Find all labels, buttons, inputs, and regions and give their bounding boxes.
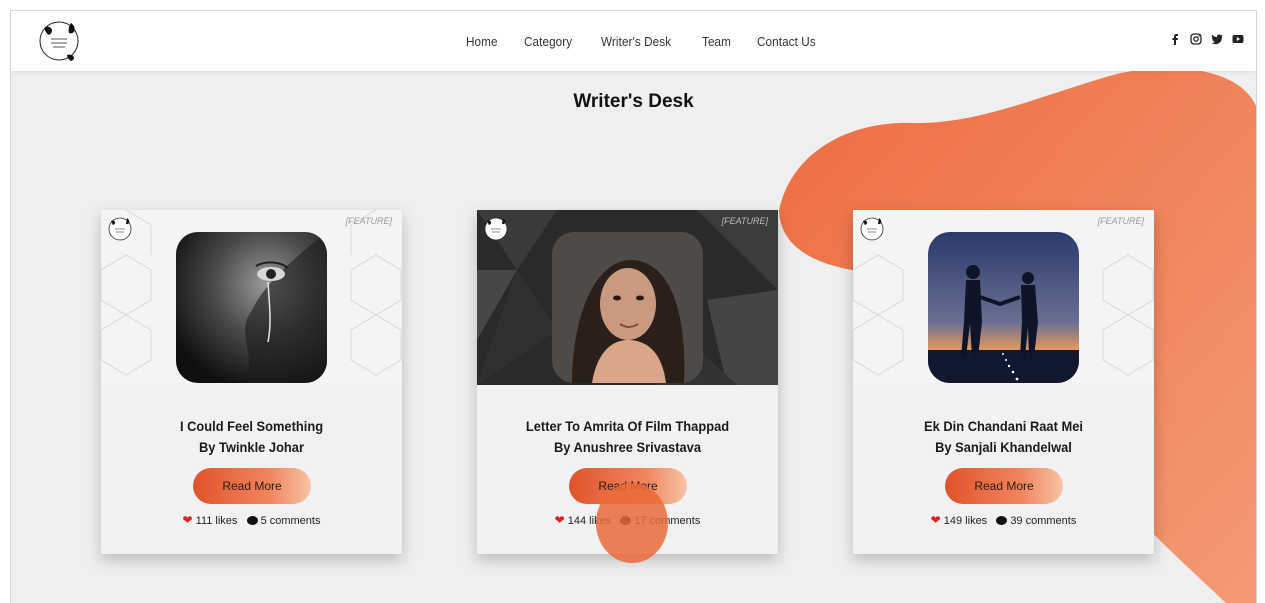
comments-count: 5 comments [260, 515, 321, 527]
decorative-orange-circle [596, 483, 668, 563]
comment-icon[interactable] [996, 516, 1008, 525]
article-image[interactable] [176, 232, 327, 383]
instagram-icon[interactable] [1190, 32, 1202, 45]
article-title[interactable]: Ek Din Chandani Raat Mei By Sanjali Khan… [853, 416, 1154, 458]
article-title-line: Ek Din Chandani Raat Mei [924, 418, 1083, 434]
article-image[interactable] [928, 232, 1079, 383]
heart-icon[interactable]: ❤ [931, 513, 941, 527]
card-hero: [FEATURE] [477, 210, 778, 385]
youtube-icon[interactable] [1232, 32, 1244, 44]
article-title[interactable]: Letter To Amrita Of Film Thappad By Anus… [477, 416, 778, 458]
nav-team[interactable]: Team [702, 34, 731, 49]
top-navbar: Home Category Writer's Desk Team Contact… [11, 11, 1256, 71]
nav-writers-desk[interactable]: Writer's Desk [601, 34, 671, 49]
article-image[interactable] [552, 232, 703, 383]
nav-contact-us[interactable]: Contact Us [757, 34, 816, 49]
comment-icon[interactable] [246, 516, 258, 525]
article-title-line: I Could Feel Something [179, 418, 324, 434]
site-logo[interactable] [37, 19, 81, 63]
card-hero: [FEATURE] [853, 210, 1154, 385]
article-author: By Twinkle Johar [199, 439, 304, 455]
feature-tag: [FEATURE] [345, 216, 392, 226]
article-stats: ❤ 111 likes 5 comments [101, 513, 402, 527]
comments-count: 39 comments [1010, 515, 1077, 527]
card-logo [859, 216, 885, 242]
card-logo [107, 216, 133, 242]
nav-category[interactable]: Category [524, 34, 572, 49]
main-navigation: Home Category Writer's Desk Team Contact… [466, 11, 845, 71]
read-more-button[interactable]: Read More [193, 468, 311, 504]
heart-icon[interactable]: ❤ [555, 513, 565, 527]
likes-count: 149 likes [943, 515, 988, 527]
facebook-icon[interactable] [1169, 32, 1181, 45]
article-card: [FEATURE] [101, 210, 402, 554]
social-links [1169, 32, 1244, 45]
article-author: By Sanjali Khandelwal [935, 439, 1072, 455]
nav-home[interactable]: Home [466, 34, 498, 49]
likes-count: 111 likes [195, 515, 238, 527]
page-title: Writer's Desk [573, 91, 694, 112]
article-title-line: Letter To Amrita Of Film Thappad [525, 418, 730, 434]
feature-tag: [FEATURE] [721, 216, 768, 226]
feature-tag: [FEATURE] [1097, 216, 1144, 226]
heart-icon[interactable]: ❤ [183, 513, 193, 527]
card-hero: [FEATURE] [101, 210, 402, 385]
twitter-icon[interactable] [1211, 32, 1223, 45]
article-card: [FEATURE] [853, 210, 1154, 554]
page-frame: Home Category Writer's Desk Team Contact… [10, 10, 1257, 603]
article-stats: ❤ 149 likes 39 comments [853, 513, 1154, 527]
article-author: By Anushree Srivastava [553, 439, 701, 455]
article-title[interactable]: I Could Feel Something By Twinkle Johar [101, 416, 402, 458]
read-more-button[interactable]: Read More [945, 468, 1063, 504]
card-logo [483, 216, 509, 242]
